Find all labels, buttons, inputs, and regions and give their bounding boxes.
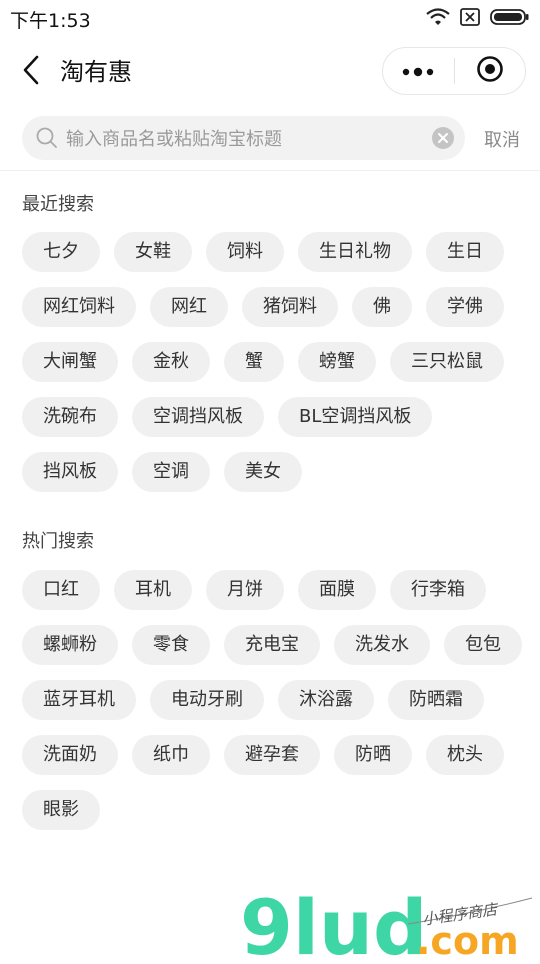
recent-search-tag[interactable]: 佛 xyxy=(352,287,412,327)
hot-search-tag[interactable]: 面膜 xyxy=(298,570,376,610)
hot-search-tag[interactable]: 充电宝 xyxy=(224,625,320,665)
recent-search-tags: 七夕 女鞋 饲料 生日礼物 生日网红饲料 网红 猪饲料佛学佛大闸蟹 金秋蟹螃蟹 三只松鼠洗碗布空… xyxy=(22,232,522,492)
recent-search-tag[interactable]: 大闸蟹 xyxy=(22,342,118,382)
hot-search-tag[interactable]: 耳机 xyxy=(114,570,192,610)
recent-search-tag[interactable]: 网红 xyxy=(150,287,228,327)
back-button[interactable] xyxy=(14,54,48,90)
divider xyxy=(0,170,540,171)
recent-search-tag[interactable]: BL空调挡风板 xyxy=(278,397,433,437)
hot-search-tag[interactable]: 口红 xyxy=(22,570,100,610)
chevron-left-icon xyxy=(21,55,41,89)
cancel-button[interactable]: 取消 xyxy=(484,126,520,152)
hot-search-tag[interactable]: 蓝牙耳机 xyxy=(22,680,136,720)
hot-search-tag[interactable]: 防晒 xyxy=(334,735,412,775)
hot-search-tag[interactable]: 沐浴露 xyxy=(278,680,374,720)
recent-search-tag[interactable]: 洗碗布 xyxy=(22,397,118,437)
recent-search-tag[interactable]: 女鞋 xyxy=(114,232,192,272)
hot-search-tag[interactable]: 防晒霜 xyxy=(388,680,484,720)
hot-search-tag[interactable]: 眼影 xyxy=(22,790,100,830)
recent-search-tag[interactable]: 学佛 xyxy=(426,287,504,327)
recent-search-tag[interactable]: 生日 xyxy=(426,232,504,272)
watermark-logo: 9lud .com 小程序商店 xyxy=(240,883,540,964)
close-mini-program-button[interactable] xyxy=(455,48,526,94)
recent-search-tag[interactable]: 螃蟹 xyxy=(298,342,376,382)
search-icon xyxy=(36,127,58,149)
hot-search-tag[interactable]: 月饼 xyxy=(206,570,284,610)
recent-search-tag[interactable]: 金秋 xyxy=(132,342,210,382)
status-bar: 下午1:53 xyxy=(0,0,540,38)
hot-search-tag[interactable]: 洗面奶 xyxy=(22,735,118,775)
wifi-icon xyxy=(426,8,450,30)
recent-search-tag[interactable]: 蟹 xyxy=(224,342,284,382)
page-title: 淘有惠 xyxy=(60,58,132,86)
mini-program-capsule xyxy=(382,47,526,95)
recent-search-tag[interactable]: 生日礼物 xyxy=(298,232,412,272)
clear-search-button[interactable] xyxy=(432,127,454,149)
hot-search-tag[interactable]: 避孕套 xyxy=(224,735,320,775)
more-button[interactable] xyxy=(383,48,454,94)
hot-search-tag[interactable]: 纸巾 xyxy=(132,735,210,775)
recent-search-title: 最近搜索 xyxy=(22,194,94,215)
status-icons xyxy=(426,8,530,30)
clear-icon xyxy=(437,129,449,148)
recent-search-tag[interactable]: 美女 xyxy=(224,452,302,492)
hot-search-tag[interactable]: 包包 xyxy=(444,625,522,665)
close-target-icon xyxy=(476,55,504,87)
hot-search-tag[interactable]: 枕头 xyxy=(426,735,504,775)
nav-bar: 淘有惠 xyxy=(0,44,540,100)
more-dots-icon xyxy=(402,62,434,81)
recent-search-tag[interactable]: 饲料 xyxy=(206,232,284,272)
recent-search-tag[interactable]: 挡风板 xyxy=(22,452,118,492)
hot-search-tag[interactable]: 零食 xyxy=(132,625,210,665)
hot-search-tag[interactable]: 电动牙刷 xyxy=(150,680,264,720)
search-input[interactable] xyxy=(64,116,438,162)
hot-search-tag[interactable]: 行李箱 xyxy=(390,570,486,610)
hot-search-tags: 口红 耳机 月饼 面膜 行李箱螺蛳粉 零食 充电宝 洗发水 包包蓝牙耳机 电动牙刷 沐浴露 防晒霜洗面… xyxy=(22,570,522,830)
recent-search-tag[interactable]: 猪饲料 xyxy=(242,287,338,327)
watermark-logo-text: 9lud xyxy=(240,888,427,960)
sim-none-icon xyxy=(460,8,480,30)
hot-search-tag[interactable]: 洗发水 xyxy=(334,625,430,665)
hot-search-title: 热门搜索 xyxy=(22,531,94,552)
recent-search-tag[interactable]: 空调挡风板 xyxy=(132,397,264,437)
search-box xyxy=(22,116,465,162)
hot-search-tag[interactable]: 螺蛳粉 xyxy=(22,625,118,665)
recent-search-tag[interactable]: 网红饲料 xyxy=(22,287,136,327)
search-row: 取消 xyxy=(0,116,540,162)
recent-search-tag[interactable]: 空调 xyxy=(132,452,210,492)
recent-search-tag[interactable]: 三只松鼠 xyxy=(390,342,504,382)
battery-icon xyxy=(490,8,530,30)
status-time: 下午1:53 xyxy=(10,9,91,32)
recent-search-tag[interactable]: 七夕 xyxy=(22,232,100,272)
